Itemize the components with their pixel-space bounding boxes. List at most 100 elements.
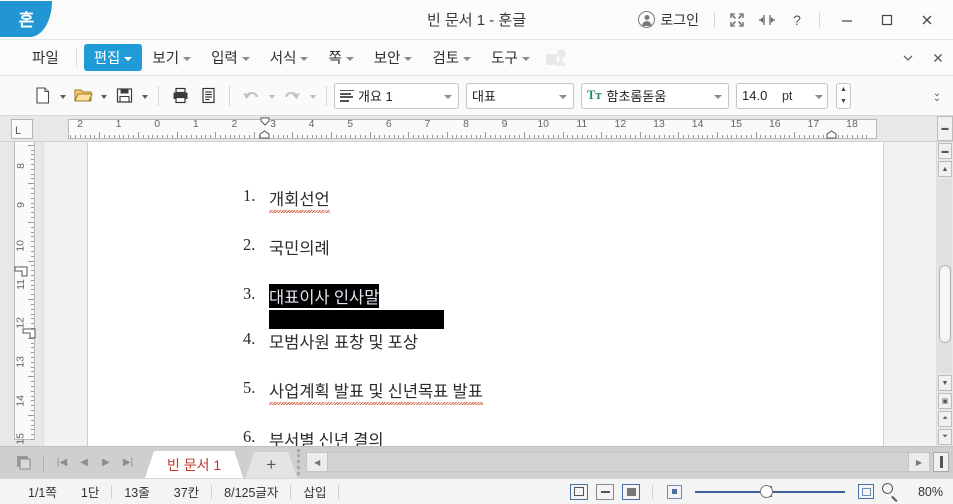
ruler-tick <box>345 135 347 138</box>
maximize-button[interactable] <box>867 1 907 39</box>
right-indent-marker[interactable] <box>826 130 837 139</box>
tab-stop-selector[interactable]: L <box>0 116 44 141</box>
menu-item-input[interactable]: 입력 <box>201 44 260 71</box>
menu-item-format[interactable]: 서식 <box>260 44 319 71</box>
open-folder-icon[interactable] <box>69 82 97 110</box>
add-document-tab-button[interactable]: + <box>245 452 297 478</box>
redo-icon[interactable] <box>278 82 306 110</box>
menu-expand-button[interactable] <box>893 44 923 72</box>
vertical-scroll-thumb[interactable] <box>939 265 951 343</box>
previous-page-button[interactable]: ⏶ <box>938 411 952 427</box>
print-icon[interactable] <box>166 82 194 110</box>
save-disk-icon[interactable] <box>110 82 138 110</box>
first-tab-button[interactable]: |◀ <box>51 449 73 475</box>
vertical-ruler[interactable]: 8 9 10 11 12 13 14 15 <box>0 142 44 446</box>
chevron-down-icon[interactable] <box>709 84 726 108</box>
ruler-tick <box>649 135 651 138</box>
agenda-item[interactable]: 2. 국민의례 <box>243 235 883 259</box>
scroll-up-button[interactable]: ▲ <box>938 161 952 177</box>
split-window-handle[interactable] <box>933 452 949 472</box>
first-line-indent-marker[interactable] <box>260 117 270 126</box>
full-width-view-button[interactable] <box>620 482 642 502</box>
zoom-in-button[interactable] <box>855 482 877 502</box>
close-button[interactable] <box>907 1 947 39</box>
vertical-scroll-track[interactable] <box>938 179 952 373</box>
split-view-icon[interactable] <box>752 5 782 35</box>
next-tab-button[interactable]: ▶ <box>95 449 117 475</box>
horizontal-ruler[interactable]: 2 1 0 1 2 3 4 5 6 7 8 9 10 11 12 13 14 15 16 17 18 <box>44 116 937 141</box>
ruler-tick <box>355 135 357 138</box>
menu-item-file[interactable]: 파일 <box>22 44 69 71</box>
open-folder-dropdown[interactable] <box>97 82 110 110</box>
chevron-down-icon[interactable] <box>439 84 456 108</box>
menu-item-view[interactable]: 보기 <box>142 44 201 71</box>
menu-item-security[interactable]: 보안 <box>364 44 423 71</box>
redo-dropdown[interactable] <box>306 82 319 110</box>
agenda-item[interactable]: 6. 부서별 신년 결의 <box>243 427 883 446</box>
login-button[interactable]: 로그인 <box>630 5 707 35</box>
undo-dropdown[interactable] <box>265 82 278 110</box>
menu-item-review[interactable]: 검토 <box>422 44 481 71</box>
font-size-combo[interactable]: 14.0 pt <box>736 82 828 109</box>
zoom-slider[interactable] <box>695 482 845 502</box>
vertical-ruler-tick <box>31 226 34 228</box>
new-document-icon[interactable] <box>28 82 56 110</box>
hscroll-left-button[interactable]: ◀ <box>306 452 329 472</box>
paragraph-style-combo[interactable]: 개요 1 <box>334 82 459 109</box>
toolbar-overflow-button[interactable]: ⌄ ⌄ <box>927 83 947 109</box>
document-page[interactable]: 1. 개회선언 2. 국민의례 3. 대표이사 인사말 4. 모범사원 표창 및 포상 5. 사업… <box>88 142 883 446</box>
agenda-item[interactable]: 3. 대표이사 인사말 <box>243 284 883 308</box>
ruler-tick <box>475 135 477 138</box>
last-tab-button[interactable]: ▶| <box>117 449 139 475</box>
agenda-item[interactable]: 5. 사업계획 발표 및 신년목표 발표 <box>243 378 883 405</box>
minimize-button[interactable] <box>827 1 867 39</box>
tab-document-1[interactable]: 빈 문서 1 <box>145 451 243 478</box>
horizontal-scrollbar[interactable]: ◀ ▶ <box>297 449 953 475</box>
undo-icon[interactable] <box>237 82 265 110</box>
top-margin-marker[interactable] <box>14 266 28 277</box>
new-document-dropdown[interactable] <box>56 82 69 110</box>
ruler-tick <box>538 135 540 138</box>
vertical-ruler-tick <box>31 202 34 204</box>
ruler-tick <box>716 132 718 138</box>
agenda-item[interactable]: 4. 모범사원 표창 및 포상 <box>243 329 883 353</box>
zoom-slider-handle[interactable] <box>759 485 773 498</box>
scroll-collapse-icon[interactable]: ▬ <box>938 143 952 159</box>
menu-item-tools[interactable]: 도구 <box>481 44 540 71</box>
character-style-combo[interactable]: 대표 <box>466 82 574 109</box>
numbered-agenda-list[interactable]: 1. 개회선언 2. 국민의례 3. 대표이사 인사말 4. 모범사원 표창 및 포상 5. 사업… <box>88 142 883 446</box>
document-canvas[interactable]: 1. 개회선언 2. 국민의례 3. 대표이사 인사말 4. 모범사원 표창 및 포상 5. 사업… <box>44 142 936 446</box>
font-size-stepper[interactable]: ▲ ▼ <box>836 82 851 109</box>
agenda-item[interactable]: 1. 개회선언 <box>243 186 883 213</box>
left-indent-marker[interactable] <box>259 130 270 139</box>
facing-page-view-button[interactable] <box>594 482 616 502</box>
page-view-button[interactable]: ▣ <box>938 393 952 409</box>
close-document-button[interactable] <box>923 44 953 72</box>
hscroll-right-button[interactable]: ▶ <box>908 452 930 472</box>
next-page-button[interactable]: ⏷ <box>938 429 952 445</box>
expand-arrows-icon[interactable] <box>722 5 752 35</box>
menu-item-page[interactable]: 쪽 <box>318 44 363 71</box>
font-size-decrease[interactable]: ▼ <box>837 96 850 108</box>
chevron-down-icon[interactable] <box>554 84 571 108</box>
previous-tab-button[interactable]: ◀ <box>73 449 95 475</box>
scroll-collapse-button[interactable]: ▬ <box>937 116 953 141</box>
ruler-scroll-buttons: ▬ <box>937 116 953 141</box>
font-size-increase[interactable]: ▲ <box>837 84 850 96</box>
help-button[interactable]: ? <box>782 5 812 35</box>
vertical-scrollbar[interactable]: ▬ ▲ ▼ ▣ ⏶ ⏷ <box>936 142 953 446</box>
zoom-out-button[interactable] <box>663 482 685 502</box>
document-list-icon[interactable] <box>10 449 36 475</box>
agenda-item-number: 6. <box>243 427 256 446</box>
bottom-margin-marker[interactable] <box>22 328 36 339</box>
single-page-view-button[interactable] <box>568 482 590 502</box>
chevron-down-icon[interactable] <box>810 84 827 108</box>
save-dropdown[interactable] <box>138 82 151 110</box>
magnifier-icon[interactable] <box>881 482 901 502</box>
scroll-down-button[interactable]: ▼ <box>938 375 952 391</box>
vertical-ruler-tick <box>31 212 34 214</box>
menu-item-edit[interactable]: 편집 <box>83 44 143 71</box>
font-name-combo[interactable]: Tт 함초롬돋움 <box>581 82 729 109</box>
print-preview-icon[interactable] <box>194 82 222 110</box>
horizontal-scroll-track[interactable] <box>328 452 908 472</box>
